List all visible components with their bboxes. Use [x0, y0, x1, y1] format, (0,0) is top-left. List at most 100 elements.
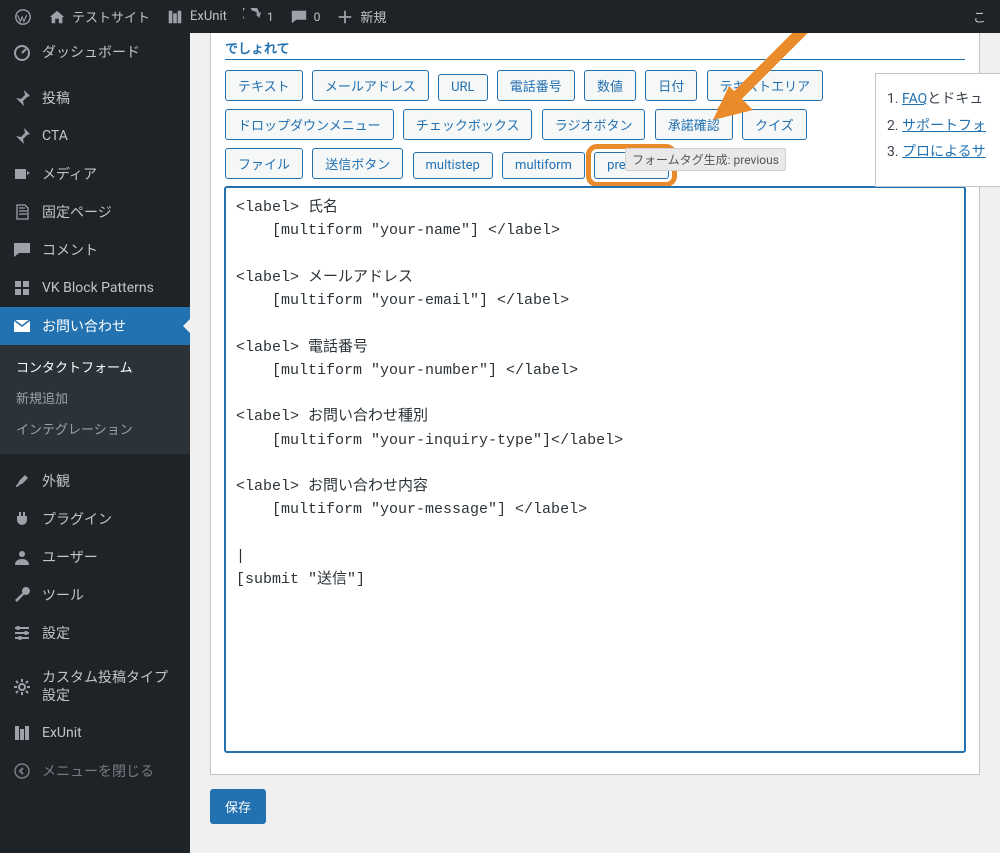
- sidebar-item-label: プラグイン: [42, 509, 112, 529]
- sidebar-item-cta[interactable]: CTA: [0, 117, 190, 155]
- tag-tel[interactable]: 電話番号: [497, 70, 575, 101]
- help-tail: とドキュ: [927, 91, 983, 107]
- tag-date[interactable]: 日付: [645, 70, 697, 101]
- help-item-faq: FAQとドキュ: [902, 86, 1000, 113]
- tag-acceptance[interactable]: 承諾確認: [655, 109, 733, 140]
- sidebar-item-appearance[interactable]: 外観: [0, 462, 190, 500]
- help-item-pro: プロによるサ: [902, 139, 1000, 166]
- plug-icon: [12, 509, 32, 529]
- sidebar-item-label: ExUnit: [42, 725, 82, 741]
- form-editor-panel: でしょれて テキスト メールアドレス URL 電話番号 数値 日付 テキストエリ…: [210, 33, 980, 775]
- sidebar-item-label: 設定: [42, 623, 70, 643]
- comment-icon: [12, 240, 32, 260]
- sidebar-item-label: お問い合わせ: [42, 316, 126, 336]
- updates-link[interactable]: 1: [235, 0, 282, 33]
- sidebar-item-plugins[interactable]: プラグイン: [0, 500, 190, 538]
- submenu-integration[interactable]: インテグレーション: [0, 413, 190, 444]
- panel-header-fragment: でしょれて: [225, 38, 965, 60]
- sidebar-item-label: ユーザー: [42, 547, 98, 567]
- sidebar-item-users[interactable]: ユーザー: [0, 538, 190, 576]
- sidebar-item-label: カスタム投稿タイプ設定: [42, 669, 180, 705]
- updates-count: 1: [267, 10, 274, 24]
- pin-icon: [12, 88, 32, 108]
- panel-header-text: でしょれて: [225, 42, 290, 57]
- sidebar-item-dashboard[interactable]: ダッシュボード: [0, 33, 190, 71]
- sidebar-item-exunit[interactable]: ExUnit: [0, 714, 190, 752]
- mail-icon: [12, 316, 32, 336]
- form-tag-toolbar: テキスト メールアドレス URL 電話番号 数値 日付 テキストエリア ドロップ…: [225, 70, 965, 187]
- exunit-icon: [166, 8, 184, 26]
- sidebar-item-collapse[interactable]: メニューを閉じる: [0, 752, 190, 790]
- tag-file[interactable]: ファイル: [225, 148, 303, 179]
- sliders-icon: [12, 623, 32, 643]
- sidebar-item-settings[interactable]: 設定: [0, 614, 190, 652]
- exunit-menu[interactable]: ExUnit: [158, 0, 235, 33]
- help-sidebar: FAQとドキュ サポートフォ プロによるサ: [875, 73, 1000, 187]
- tag-submit[interactable]: 送信ボタン: [312, 148, 403, 179]
- comments-count: 0: [314, 10, 321, 24]
- sidebar-item-media[interactable]: メディア: [0, 155, 190, 193]
- sidebar-item-comments[interactable]: コメント: [0, 231, 190, 269]
- brush-icon: [12, 471, 32, 491]
- wordpress-icon: [14, 8, 32, 26]
- tag-number[interactable]: 数値: [584, 70, 636, 101]
- save-button[interactable]: 保存: [210, 789, 266, 824]
- sidebar-item-tools[interactable]: ツール: [0, 576, 190, 614]
- pin-icon: [12, 126, 32, 146]
- sidebar-item-label: メディア: [42, 164, 97, 184]
- wp-logo-menu[interactable]: [6, 0, 40, 33]
- submenu-contact-forms[interactable]: コンタクトフォーム: [0, 351, 190, 382]
- tag-quiz[interactable]: クイズ: [742, 109, 807, 140]
- sidebar-item-label: メニューを閉じる: [42, 761, 154, 781]
- content-area: でしょれて テキスト メールアドレス URL 電話番号 数値 日付 テキストエリ…: [190, 33, 1000, 853]
- help-link-faq[interactable]: FAQ: [902, 91, 927, 107]
- help-link-support[interactable]: サポートフォ: [902, 118, 986, 134]
- new-content-link[interactable]: 新規: [328, 0, 394, 33]
- site-home-link[interactable]: テストサイト: [40, 0, 158, 33]
- adminbar-right-text: こ: [973, 7, 986, 26]
- tag-dropdown[interactable]: ドロップダウンメニュー: [225, 109, 394, 140]
- comments-link[interactable]: 0: [282, 0, 329, 33]
- submenu-add-new[interactable]: 新規追加: [0, 382, 190, 413]
- plus-icon: [336, 8, 354, 26]
- new-label: 新規: [360, 7, 386, 26]
- tag-multistep[interactable]: multistep: [413, 152, 493, 179]
- sidebar-item-posts[interactable]: 投稿: [0, 79, 190, 117]
- sidebar-item-label: VK Block Patterns: [42, 280, 154, 296]
- dashboard-icon: [12, 42, 32, 62]
- tag-checkbox[interactable]: チェックボックス: [403, 109, 533, 140]
- gear-icon: [12, 677, 32, 697]
- sidebar-item-pages[interactable]: 固定ページ: [0, 193, 190, 231]
- admin-toolbar: テストサイト ExUnit 1 0 新規 こ: [0, 0, 1000, 33]
- sidebar-item-contact[interactable]: お問い合わせ: [0, 307, 190, 345]
- sidebar-item-vk-block-patterns[interactable]: VK Block Patterns: [0, 269, 190, 307]
- help-link-pro[interactable]: プロによるサ: [902, 144, 986, 160]
- exunit-icon: [12, 723, 32, 743]
- grid-icon: [12, 278, 32, 298]
- tag-text[interactable]: テキスト: [225, 70, 303, 101]
- collapse-icon: [12, 761, 32, 781]
- sidebar-item-label: ツール: [42, 585, 84, 605]
- sidebar-item-label: コメント: [42, 240, 98, 260]
- user-icon: [12, 547, 32, 567]
- comment-icon: [290, 8, 308, 26]
- adminbar-right-fragment[interactable]: こ: [965, 0, 994, 33]
- tag-url[interactable]: URL: [438, 74, 487, 101]
- sidebar-item-label: 固定ページ: [42, 202, 112, 222]
- tag-email[interactable]: メールアドレス: [312, 70, 429, 101]
- admin-sidebar: ダッシュボード 投稿 CTA メディア 固定ページ コメント VK Block …: [0, 33, 190, 853]
- sidebar-item-label: CTA: [42, 128, 68, 144]
- sidebar-item-cpt-settings[interactable]: カスタム投稿タイプ設定: [0, 660, 190, 714]
- form-tag-tooltip: フォームタグ生成: previous: [625, 148, 786, 171]
- wrench-icon: [12, 585, 32, 605]
- media-icon: [12, 164, 32, 184]
- tag-multiform[interactable]: multiform: [502, 152, 585, 179]
- sidebar-item-label: 外観: [42, 471, 70, 491]
- form-template-textarea[interactable]: [225, 187, 965, 752]
- sidebar-item-label: ダッシュボード: [42, 42, 140, 62]
- contact-submenu: コンタクトフォーム 新規追加 インテグレーション: [0, 345, 190, 454]
- help-item-support: サポートフォ: [902, 113, 1000, 140]
- tag-radio[interactable]: ラジオボタン: [542, 109, 646, 140]
- tag-textarea[interactable]: テキストエリア: [707, 70, 824, 101]
- refresh-icon: [243, 8, 261, 26]
